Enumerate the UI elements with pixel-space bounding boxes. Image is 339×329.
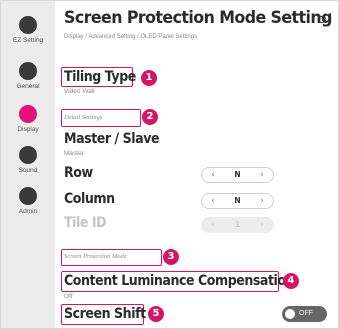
chevron-right-icon[interactable]: › [255,194,269,208]
callout-badge-2: 2 [142,109,158,125]
sidebar-item-general[interactable]: General [1,62,55,90]
row-label: Row [64,165,93,181]
row-stepper[interactable]: ‹ N › [201,167,274,183]
screen-shift-label: Screen Shift [64,306,146,322]
master-slave-label[interactable]: Master / Slave [64,131,160,147]
callout-badge-1: 1 [141,70,157,86]
sidebar: EZ Setting General Display Sound Admin [1,1,55,328]
screen-shift-toggle[interactable]: OFF [282,306,327,322]
sidebar-item-ez-setting[interactable]: EZ Setting [1,16,55,44]
sidebar-item-label: Admin [18,208,38,215]
sidebar-item-label: Display [17,126,39,133]
chevron-right-icon[interactable]: › [255,168,269,182]
display-icon [19,105,37,123]
ez-setting-icon [19,16,37,34]
sidebar-item-label: Sound [18,167,38,174]
column-stepper[interactable]: ‹ N › [201,193,274,209]
general-icon [19,62,37,80]
callout-badge-4: 4 [283,273,299,289]
toggle-knob [285,309,295,319]
sidebar-item-admin[interactable]: Admin [1,187,55,215]
toggle-state: OFF [299,310,313,317]
sidebar-item-sound[interactable]: Sound [1,146,55,174]
master-slave-value: Master [64,150,84,157]
settings-panel: Screen Protection Mode Setting ⮌ Display… [55,1,338,328]
tile-id-label: Tile ID [64,215,107,231]
page-title: Screen Protection Mode Setting [64,8,332,28]
admin-icon [19,187,37,205]
sidebar-item-label: General [16,83,40,90]
column-label: Column [64,191,115,207]
protection-mode-heading: Screen Protection Mode [64,253,127,260]
chevron-right-icon: › [260,220,264,230]
sidebar-item-display[interactable]: Display [1,105,55,133]
sound-icon [19,146,37,164]
sidebar-item-label: EZ Setting [12,37,44,44]
detail-settings-heading: Detail Settings [64,114,103,121]
tile-id-stepper: ‹ 1 › [201,217,274,233]
callout-badge-5: 5 [148,306,164,322]
tiling-type-value: Video Wall [64,88,95,95]
tiling-type-label[interactable]: Tiling Type [64,69,136,85]
back-icon[interactable]: ⮌ [314,11,330,27]
app-window: EZ Setting General Display Sound Admin S… [0,0,339,329]
breadcrumb: Display / Advanced Setting / OLED Panel … [64,34,198,40]
callout-badge-3: 3 [163,249,179,265]
luminance-compensation-value: Off [64,293,73,300]
luminance-compensation-label[interactable]: Content Luminance Compensation [64,273,295,289]
